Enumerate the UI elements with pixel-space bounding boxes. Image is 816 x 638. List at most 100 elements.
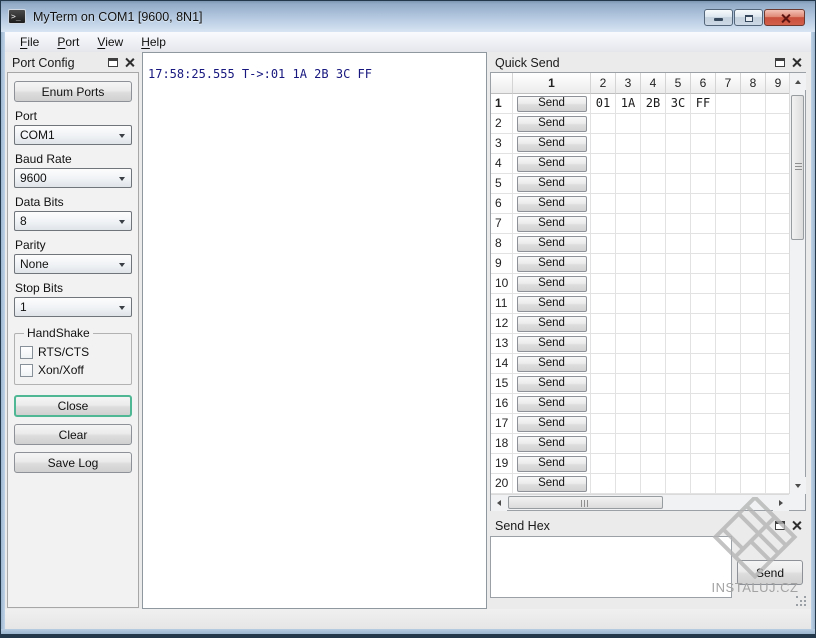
quick-send-cell-16-6[interactable] — [691, 394, 716, 414]
quick-send-cell-6-4[interactable] — [641, 194, 666, 214]
quick-send-cell-1-8[interactable] — [741, 94, 766, 114]
menu-item-view[interactable]: View — [88, 33, 132, 51]
quick-send-cell-3-3[interactable] — [616, 134, 641, 154]
quick-send-cell-16-4[interactable] — [641, 394, 666, 414]
quick-send-cell-1-4[interactable]: 2B — [641, 94, 666, 114]
quick-send-cell-15-9[interactable] — [766, 374, 789, 394]
quick-send-cell-15-6[interactable] — [691, 374, 716, 394]
resize-grip[interactable] — [795, 595, 807, 607]
quick-send-cell-8-4[interactable] — [641, 234, 666, 254]
quick-send-cell-16-9[interactable] — [766, 394, 789, 414]
quick-send-cell-6-6[interactable] — [691, 194, 716, 214]
send-button-row-20[interactable]: Send — [516, 475, 587, 492]
float-icon[interactable] — [775, 521, 785, 530]
quick-send-col-header-9[interactable]: 9 — [766, 73, 789, 94]
quick-send-cell-8-2[interactable] — [591, 234, 616, 254]
quick-send-cell-4-8[interactable] — [741, 154, 766, 174]
quick-send-cell-9-5[interactable] — [666, 254, 691, 274]
quick-send-cell-17-5[interactable] — [666, 414, 691, 434]
quick-send-cell-5-6[interactable] — [691, 174, 716, 194]
quick-send-cell-11-3[interactable] — [616, 294, 641, 314]
quick-send-col-header-3[interactable]: 3 — [616, 73, 641, 94]
quick-send-cell-13-2[interactable] — [591, 334, 616, 354]
quick-send-cell-4-2[interactable] — [591, 154, 616, 174]
data-bits-select[interactable]: 8 — [14, 211, 132, 231]
quick-send-cell-5-4[interactable] — [641, 174, 666, 194]
quick-send-cell-11-8[interactable] — [741, 294, 766, 314]
quick-send-row-header-16[interactable]: 16 — [491, 394, 513, 414]
quick-send-row-header-8[interactable]: 8 — [491, 234, 513, 254]
quick-send-cell-6-2[interactable] — [591, 194, 616, 214]
quick-send-cell-10-2[interactable] — [591, 274, 616, 294]
quick-send-cell-14-3[interactable] — [616, 354, 641, 374]
quick-send-row-header-1[interactable]: 1 — [491, 94, 513, 114]
send-hex-input[interactable] — [490, 536, 732, 598]
float-icon[interactable] — [108, 58, 118, 67]
quick-send-row-header-12[interactable]: 12 — [491, 314, 513, 334]
quick-send-row-header-10[interactable]: 10 — [491, 274, 513, 294]
quick-send-cell-11-4[interactable] — [641, 294, 666, 314]
quick-send-cell-1-5[interactable]: 3C — [666, 94, 691, 114]
quick-send-cell-18-5[interactable] — [666, 434, 691, 454]
quick-send-cell-5-8[interactable] — [741, 174, 766, 194]
quick-send-cell-1-6[interactable]: FF — [691, 94, 716, 114]
quick-send-cell-19-4[interactable] — [641, 454, 666, 474]
close-port-button[interactable]: Close — [14, 395, 132, 417]
baud-rate-select[interactable]: 9600 — [14, 168, 132, 188]
quick-send-cell-19-2[interactable] — [591, 454, 616, 474]
quick-send-cell-10-8[interactable] — [741, 274, 766, 294]
quick-send-cell-18-4[interactable] — [641, 434, 666, 454]
quick-send-cell-9-6[interactable] — [691, 254, 716, 274]
quick-send-cell-7-6[interactable] — [691, 214, 716, 234]
terminal-log[interactable]: 17:58:25.555 T->:01 1A 2B 3C FF — [142, 52, 487, 609]
quick-send-cell-19-8[interactable] — [741, 454, 766, 474]
send-button-row-10[interactable]: Send — [516, 275, 587, 292]
quick-send-cell-8-3[interactable] — [616, 234, 641, 254]
quick-send-cell-4-9[interactable] — [766, 154, 789, 174]
port-config-close-icon[interactable] — [125, 58, 134, 67]
send-button-row-3[interactable]: Send — [516, 135, 587, 152]
title-bar[interactable]: >_ MyTerm on COM1 [9600, 8N1] — [1, 1, 815, 32]
quick-send-cell-16-2[interactable] — [591, 394, 616, 414]
send-button-row-16[interactable]: Send — [516, 395, 587, 412]
quick-send-cell-4-7[interactable] — [716, 154, 741, 174]
quick-send-cell-18-6[interactable] — [691, 434, 716, 454]
quick-send-cell-18-8[interactable] — [741, 434, 766, 454]
send-button-row-8[interactable]: Send — [516, 235, 587, 252]
quick-send-cell-1-9[interactable] — [766, 94, 789, 114]
quick-send-cell-17-8[interactable] — [741, 414, 766, 434]
scroll-right-button[interactable] — [773, 495, 789, 511]
send-button-row-17[interactable]: Send — [516, 415, 587, 432]
quick-send-row-header-19[interactable]: 19 — [491, 454, 513, 474]
send-button-row-4[interactable]: Send — [516, 155, 587, 172]
quick-send-cell-8-9[interactable] — [766, 234, 789, 254]
quick-send-cell-4-5[interactable] — [666, 154, 691, 174]
quick-send-cell-14-5[interactable] — [666, 354, 691, 374]
menu-item-port[interactable]: Port — [48, 33, 88, 51]
quick-send-cell-7-9[interactable] — [766, 214, 789, 234]
quick-send-cell-19-6[interactable] — [691, 454, 716, 474]
quick-send-cell-5-3[interactable] — [616, 174, 641, 194]
quick-send-cell-13-3[interactable] — [616, 334, 641, 354]
quick-send-col-header-2[interactable]: 2 — [591, 73, 616, 94]
quick-send-row-header-15[interactable]: 15 — [491, 374, 513, 394]
quick-send-cell-10-5[interactable] — [666, 274, 691, 294]
quick-send-col-header-5[interactable]: 5 — [666, 73, 691, 94]
quick-send-cell-14-6[interactable] — [691, 354, 716, 374]
quick-send-cell-4-4[interactable] — [641, 154, 666, 174]
quick-send-cell-1-3[interactable]: 1A — [616, 94, 641, 114]
quick-send-cell-16-7[interactable] — [716, 394, 741, 414]
quick-send-cell-10-4[interactable] — [641, 274, 666, 294]
quick-send-cell-3-8[interactable] — [741, 134, 766, 154]
send-button-row-2[interactable]: Send — [516, 115, 587, 132]
quick-send-row-header-11[interactable]: 11 — [491, 294, 513, 314]
quick-send-cell-12-2[interactable] — [591, 314, 616, 334]
quick-send-cell-14-8[interactable] — [741, 354, 766, 374]
quick-send-cell-13-5[interactable] — [666, 334, 691, 354]
quick-send-cell-14-4[interactable] — [641, 354, 666, 374]
xon-xoff-checkbox[interactable] — [20, 363, 33, 377]
quick-send-cell-8-6[interactable] — [691, 234, 716, 254]
quick-send-row-header-6[interactable]: 6 — [491, 194, 513, 214]
quick-send-cell-13-8[interactable] — [741, 334, 766, 354]
quick-send-cell-1-2[interactable]: 01 — [591, 94, 616, 114]
